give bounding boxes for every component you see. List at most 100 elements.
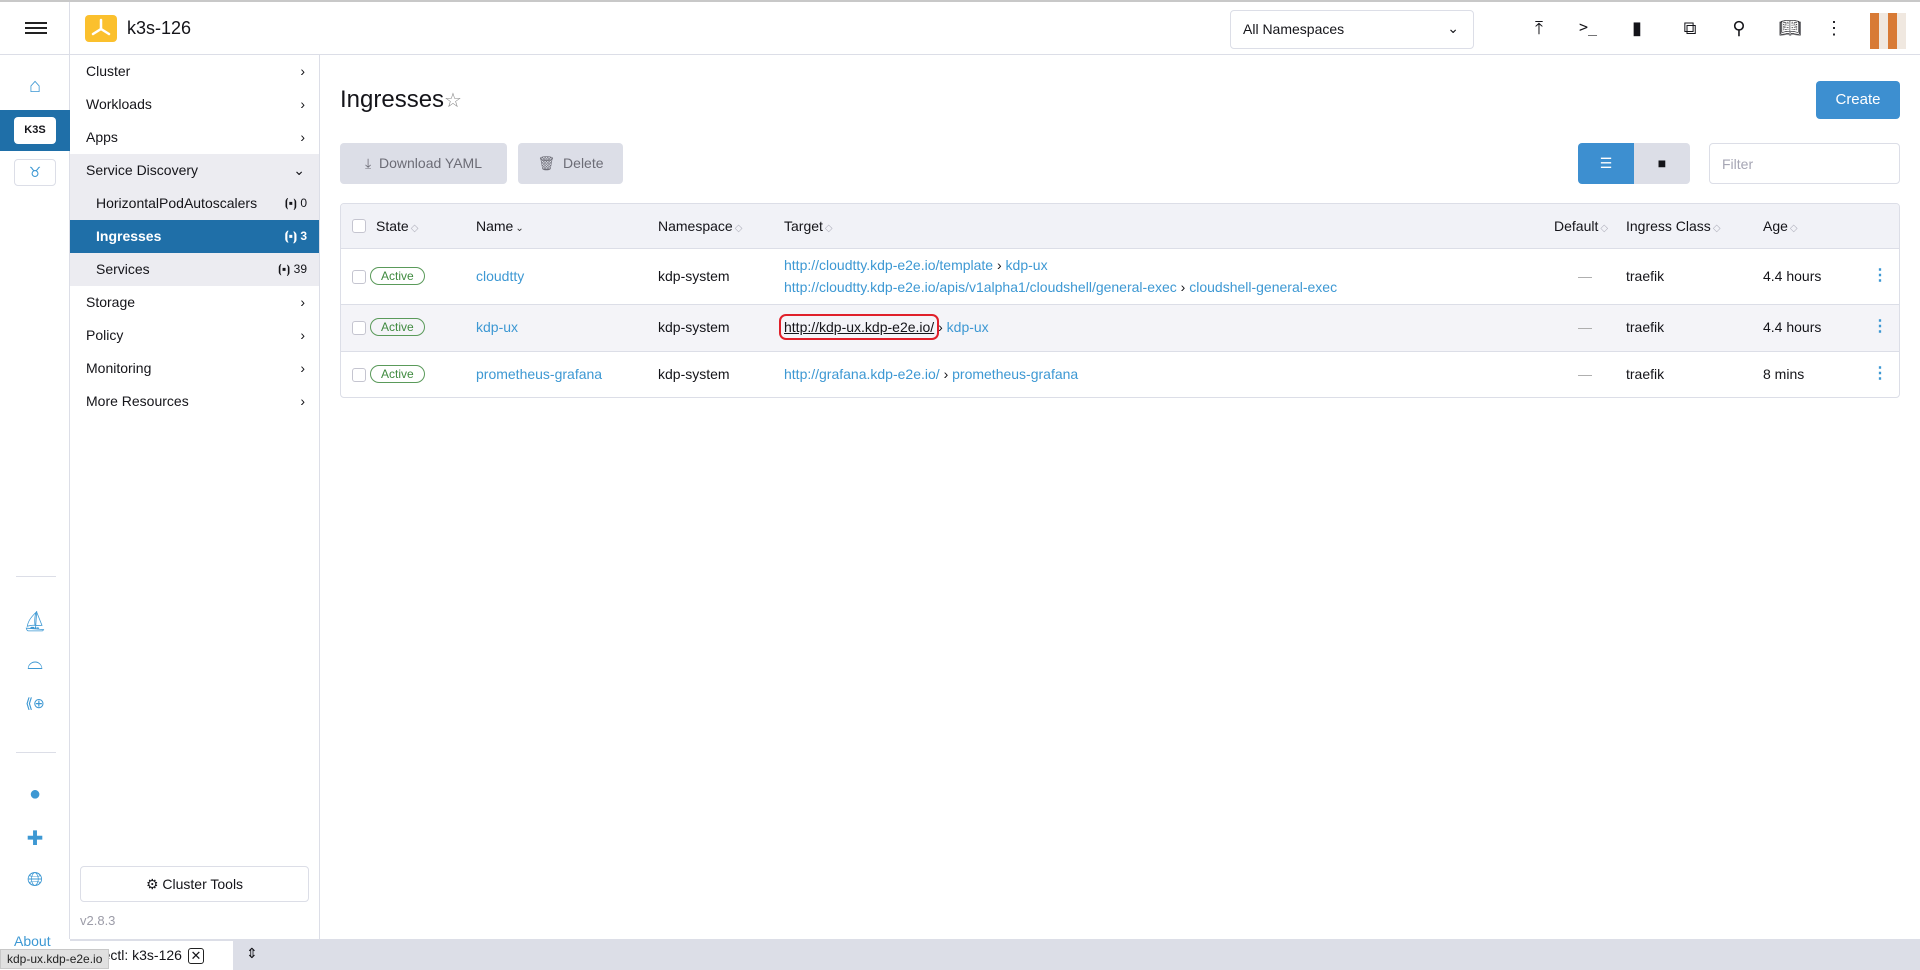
row-checkbox[interactable] — [352, 321, 366, 335]
about-link[interactable]: About — [14, 933, 51, 949]
nav-more-resources[interactable]: More Resources › — [70, 385, 319, 418]
chevron-right-icon: › — [996, 257, 1002, 273]
nav-label: More Resources — [86, 393, 189, 409]
col-ingress-class[interactable]: Ingress Class ◇ — [1626, 218, 1721, 234]
cluster-rail: ⌂ K3S ♉︎ ⛵︎ ⌓ ⟪⊕ ● ✚ 🌐︎ About — [0, 55, 70, 949]
chevron-right-icon: › — [1180, 279, 1186, 295]
user-avatar[interactable] — [1870, 13, 1906, 49]
user-icon[interactable]: ● — [0, 783, 70, 806]
folder-view-toggle[interactable]: ■ — [1634, 143, 1690, 184]
target-service-link[interactable]: prometheus-grafana — [952, 366, 1078, 382]
local-cluster-icon[interactable]: ♉︎ — [14, 159, 56, 186]
barn-icon[interactable]: ⌓ — [0, 652, 70, 675]
filter-input[interactable] — [1709, 143, 1900, 184]
cluster-badge: K3S — [14, 117, 56, 144]
row-actions-icon[interactable]: ⋮ — [1872, 316, 1888, 336]
chevron-right-icon: › — [300, 96, 305, 112]
file-icon[interactable]: ▮ — [1625, 18, 1649, 39]
home-icon[interactable]: ⌂ — [0, 75, 70, 98]
nav-ingresses[interactable]: Ingresses ⦗▪⦘ 3 — [70, 220, 319, 253]
namespace: kdp-system — [658, 268, 730, 284]
divider — [69, 2, 70, 57]
nav-label: Workloads — [86, 96, 152, 112]
cluster-name: k3s-126 — [127, 18, 192, 38]
target-url-link[interactable]: http://cloudtty.kdp-e2e.io/apis/v1alpha1… — [784, 279, 1177, 295]
page-title: Ingresses — [340, 86, 445, 113]
nav-policy[interactable]: Policy › — [70, 319, 319, 352]
list-view-toggle[interactable]: ☰ — [1578, 143, 1634, 184]
row-checkbox[interactable] — [352, 270, 366, 284]
divider — [16, 752, 56, 753]
expand-collapse-icon[interactable]: ⇕ — [246, 945, 258, 962]
download-yaml-button[interactable]: ⤓ Download YAML — [340, 143, 507, 184]
row-actions-icon[interactable]: ⋮ — [1872, 265, 1888, 285]
target-url-link[interactable]: http://grafana.kdp-e2e.io/ — [784, 366, 940, 382]
nav-services[interactable]: Services ⦗▪⦘ 39 — [70, 253, 319, 286]
side-nav: Cluster › Workloads › Apps › Service Discov… — [70, 55, 320, 939]
puzzle-icon[interactable]: ✚ — [0, 826, 70, 851]
default-value: — — [1578, 268, 1592, 284]
create-button[interactable]: Create — [1816, 81, 1900, 119]
target: http://grafana.kdp-e2e.io/ › prometheus-… — [784, 366, 1078, 382]
sort-icon: ◇ — [1789, 223, 1798, 234]
namespace-select-value: All Namespaces — [1243, 21, 1345, 37]
select-all-checkbox[interactable] — [352, 219, 366, 233]
search-icon[interactable]: ⚲ — [1727, 18, 1751, 39]
folder-icon: ■ — [1657, 155, 1667, 171]
nav-hpa[interactable]: HorizontalPodAutoscalers ⦗▪⦘ 0 — [70, 187, 319, 220]
namespace-select[interactable]: All Namespaces ⌄ — [1230, 10, 1474, 49]
ingress-name-link[interactable]: kdp-ux — [476, 319, 518, 335]
bottom-panel: kubectl: k3s-126 ✕ ⇕ — [70, 939, 1920, 970]
nav-service-discovery[interactable]: Service Discovery ⌄ — [70, 154, 319, 187]
book-icon[interactable]: 📖︎ — [1778, 18, 1802, 39]
ingress-class: traefik — [1626, 268, 1665, 284]
col-age[interactable]: Age ◇ — [1763, 218, 1798, 234]
col-default[interactable]: Default ◇ — [1554, 218, 1608, 234]
target-service-link[interactable]: cloudshell-general-exec — [1189, 279, 1337, 295]
globe-icon[interactable]: 🌐︎ — [0, 869, 70, 892]
cluster-tools-label: Cluster Tools — [162, 876, 244, 892]
col-name[interactable]: Name ⌄ — [476, 218, 524, 234]
version: v2.8.3 — [80, 913, 116, 928]
ingress-name-link[interactable]: cloudtty — [476, 268, 524, 284]
cluster-k3s-active[interactable]: K3S — [0, 110, 70, 151]
target-service-link[interactable]: kdp-ux — [947, 319, 989, 335]
terminal-icon[interactable]: >_ — [1576, 18, 1600, 36]
more-vertical-icon[interactable]: ⋮ — [1822, 18, 1846, 39]
table-row: Active cloudtty kdp-system http://cloudt… — [341, 249, 1899, 305]
link-status-tooltip: kdp-ux.kdp-e2e.io — [0, 949, 110, 969]
ingress-name-link[interactable]: prometheus-grafana — [476, 366, 602, 382]
nav-workloads[interactable]: Workloads › — [70, 88, 319, 121]
col-target[interactable]: Target ◇ — [784, 218, 833, 234]
target-service-link[interactable]: kdp-ux — [1006, 257, 1048, 273]
upload-icon[interactable]: ⤒ — [1527, 18, 1551, 39]
menu-icon[interactable] — [25, 19, 47, 37]
delete-button[interactable]: 🗑︎ Delete — [518, 143, 623, 184]
chevron-right-icon: › — [300, 360, 305, 376]
table-row: Active prometheus-grafana kdp-system htt… — [341, 352, 1899, 397]
target-url-link[interactable]: http://kdp-ux.kdp-e2e.io/ — [778, 314, 940, 340]
col-namespace[interactable]: Namespace ◇ — [658, 218, 742, 234]
chevron-right-icon: › — [300, 294, 305, 310]
col-state[interactable]: State ◇ — [376, 218, 418, 234]
close-icon[interactable]: ✕ — [187, 948, 204, 964]
target: http://cloudtty.kdp-e2e.io/apis/v1alpha1… — [784, 279, 1337, 295]
row-actions-icon[interactable]: ⋮ — [1872, 363, 1888, 383]
ingress-class: traefik — [1626, 319, 1665, 335]
sort-desc-icon: ⌄ — [515, 223, 524, 234]
ingress-class: traefik — [1626, 366, 1665, 382]
sailboat-icon[interactable]: ⛵︎ — [0, 609, 70, 634]
table-header: State ◇ Name ⌄ Namespace ◇ Target ◇ Default ◇… — [341, 204, 1899, 249]
chevron-right-icon: › — [300, 327, 305, 343]
copy-config-icon[interactable]: ⧉ — [1678, 18, 1702, 39]
nav-apps[interactable]: Apps › — [70, 121, 319, 154]
nav-storage[interactable]: Storage › — [70, 286, 319, 319]
nav-cluster[interactable]: Cluster › — [70, 55, 319, 88]
fleet-icon[interactable]: ⟪⊕ — [0, 695, 70, 712]
cluster-tools-button[interactable]: ⚙ Cluster Tools — [80, 866, 309, 902]
target-url-link[interactable]: http://cloudtty.kdp-e2e.io/template — [784, 257, 993, 273]
row-checkbox[interactable] — [352, 368, 366, 382]
nav-monitoring[interactable]: Monitoring › — [70, 352, 319, 385]
star-icon[interactable]: ☆ — [444, 88, 462, 113]
trash-icon: 🗑︎ — [537, 155, 556, 171]
